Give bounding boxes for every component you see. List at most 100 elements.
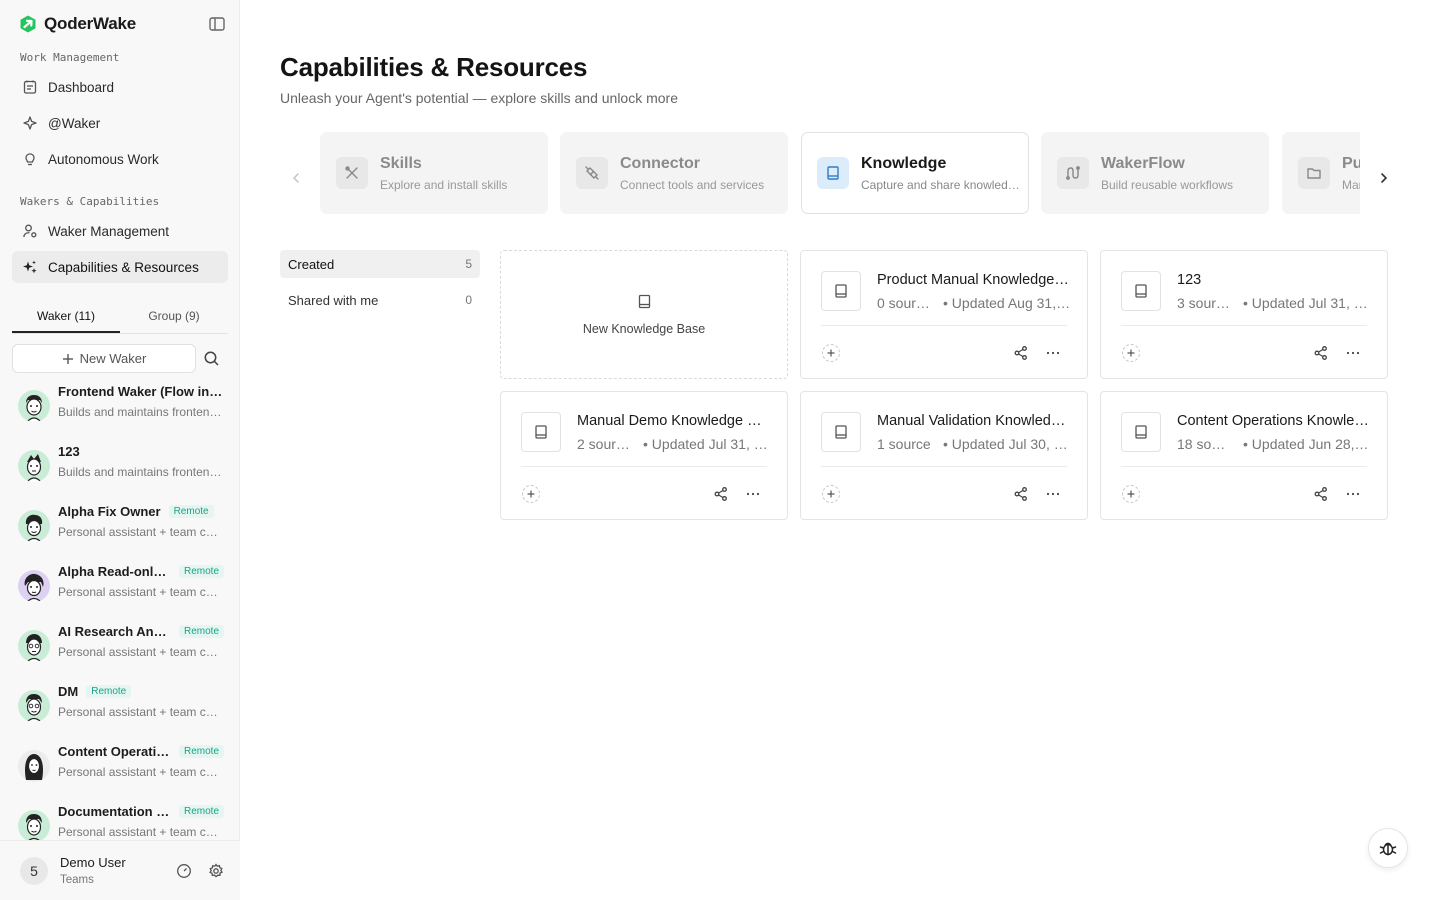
face-avatar-icon (24, 573, 44, 602)
sidebar-item-dashboard[interactable]: Dashboard (12, 71, 228, 103)
list-item[interactable]: Content Operations Remote Personal assist… (16, 740, 228, 792)
divider (521, 466, 767, 467)
filter-created[interactable]: Created 5 (280, 250, 480, 278)
category-card-connector[interactable]: Connector Connect tools and services (560, 132, 788, 214)
gear-icon[interactable] (208, 863, 224, 879)
face-avatar-icon (26, 694, 42, 722)
more-icon[interactable] (1345, 345, 1361, 361)
add-source-button[interactable] (1122, 344, 1140, 362)
avatar (18, 750, 50, 782)
qoderwake-logo-icon (20, 15, 36, 33)
add-source-button[interactable] (822, 344, 840, 362)
knowledge-base-updated: • Updated Jul 31, 2025 (643, 436, 771, 452)
filter-shared-with-me[interactable]: Shared with me 0 (280, 286, 480, 314)
chevron-left-icon[interactable] (288, 170, 304, 186)
filter-count: 5 (465, 257, 472, 271)
book-icon (817, 157, 849, 189)
list-item[interactable]: AI Research Analyst Remote Personal assis… (16, 620, 228, 672)
debug-button[interactable] (1368, 828, 1408, 868)
category-card-skills[interactable]: Skills Explore and install skills (320, 132, 548, 214)
speedometer-icon[interactable] (176, 863, 192, 879)
sidebar-item-label: Autonomous Work (48, 151, 159, 167)
search-icon[interactable] (203, 350, 220, 367)
category-card-wakerflow[interactable]: WakerFlow Build reusable workflows (1041, 132, 1269, 214)
waker-name: Content Operations (58, 744, 171, 759)
list-item[interactable]: Documentation Writer Remote Personal assi… (16, 800, 228, 840)
share-icon[interactable] (1313, 486, 1329, 502)
sidebar-item-capabilities[interactable]: Capabilities & Resources (12, 251, 228, 283)
folder-icon (1298, 157, 1330, 189)
sidebar-item-autonomous-work[interactable]: Autonomous Work (12, 143, 228, 175)
star-icon (23, 116, 37, 130)
knowledge-base-card[interactable]: 123 3 sources • Updated Jul 31, 2025 (1100, 250, 1388, 379)
waker-list[interactable]: Frontend Waker (Flow integration) Builds… (0, 380, 240, 840)
list-item[interactable]: 123 Builds and maintains frontend experi… (16, 440, 228, 492)
remote-badge: Remote (178, 565, 224, 578)
user-avatar[interactable]: 5 (20, 857, 48, 885)
category-desc: Explore and install skills (380, 178, 508, 192)
divider (821, 466, 1067, 467)
filter-label: Shared with me (288, 292, 379, 308)
more-icon[interactable] (1345, 486, 1361, 502)
calendar-icon (23, 80, 37, 94)
category-title: Knowledge (861, 155, 947, 172)
tab-group[interactable]: Group (9) (120, 300, 228, 333)
waker-name: AI Research Analyst (58, 624, 171, 639)
share-icon[interactable] (713, 486, 729, 502)
share-icon[interactable] (1013, 486, 1029, 502)
flow-icon (1057, 157, 1089, 189)
face-avatar-icon (26, 814, 42, 840)
sidebar-item-waker-management[interactable]: Waker Management (12, 215, 228, 247)
user-name: Demo User (60, 855, 126, 870)
waker-title: Frontend Waker (Flow integration) (58, 384, 224, 399)
chevron-right-icon[interactable] (1376, 170, 1392, 186)
list-item[interactable]: Alpha Read-only Observer Remote Personal … (16, 560, 228, 612)
face-avatar-icon (26, 454, 42, 482)
category-desc: Build reusable workflows (1101, 178, 1234, 192)
filter-count: 0 (465, 293, 472, 307)
category-carousel: Skills Explore and install skills Connec… (320, 132, 1360, 214)
plus-icon (62, 353, 73, 364)
sidebar-item-waker[interactable]: @Waker (12, 107, 228, 139)
knowledge-base-card[interactable]: Content Operations Knowledge Base 18 sou… (1100, 391, 1388, 520)
share-icon[interactable] (1013, 345, 1029, 361)
add-source-button[interactable] (1122, 485, 1140, 503)
add-source-button[interactable] (522, 485, 540, 503)
knowledge-base-card[interactable]: Product Manual Knowledge Base 0 sources … (800, 250, 1088, 379)
avatar (18, 450, 50, 482)
add-source-button[interactable] (822, 485, 840, 503)
waker-name: Alpha Fix Owner (58, 504, 161, 519)
avatar (18, 630, 50, 662)
sidebar-item-label: Waker Management (48, 223, 170, 239)
avatar (18, 510, 50, 542)
more-icon[interactable] (1045, 486, 1061, 502)
category-card-knowledge[interactable]: Knowledge Capture and share knowledge (801, 132, 1029, 214)
tools-icon (336, 157, 368, 189)
remote-badge: Remote (178, 625, 224, 638)
knowledge-base-meta: 0 sources • Updated Aug 31, 2025 (877, 295, 1071, 311)
book-icon (1121, 271, 1161, 311)
more-icon[interactable] (745, 486, 761, 502)
tab-waker[interactable]: Waker (11) (12, 300, 120, 333)
list-item[interactable]: DM Remote Personal assistant + team coord… (16, 680, 228, 732)
brand[interactable]: QoderWake (18, 13, 136, 35)
list-item[interactable]: Frontend Waker (Flow integration) Builds… (16, 380, 228, 432)
remote-badge: Remote (86, 685, 132, 698)
list-item[interactable]: Alpha Fix Owner Remote Personal assistant… (16, 500, 228, 552)
more-icon[interactable] (1045, 345, 1061, 361)
knowledge-base-updated: • Updated Jul 31, 2025 (1243, 295, 1371, 311)
knowledge-base-card[interactable]: Manual Demo Knowledge Base 2 sources • U… (500, 391, 788, 520)
new-waker-button[interactable]: New Waker (12, 344, 196, 373)
category-card-public-files[interactable]: Public Files Manage shared files (1282, 132, 1360, 214)
waker-title: AI Research Analyst Remote (58, 624, 224, 639)
waker-desc: Builds and maintains frontend experience… (58, 465, 224, 479)
new-knowledge-base-button[interactable]: New Knowledge Base (500, 250, 788, 379)
face-avatar-icon (26, 395, 42, 422)
knowledge-base-card[interactable]: Manual Validation Knowledge Base 1 sourc… (800, 391, 1088, 520)
sidebar-toggle-icon[interactable] (208, 15, 226, 33)
knowledge-base-sources: 18 sources (1177, 436, 1233, 452)
share-icon[interactable] (1313, 345, 1329, 361)
knowledge-base-sources: 1 source (877, 436, 931, 452)
sidebar-item-label: @Waker (48, 115, 101, 131)
user-gear-icon (23, 224, 37, 238)
